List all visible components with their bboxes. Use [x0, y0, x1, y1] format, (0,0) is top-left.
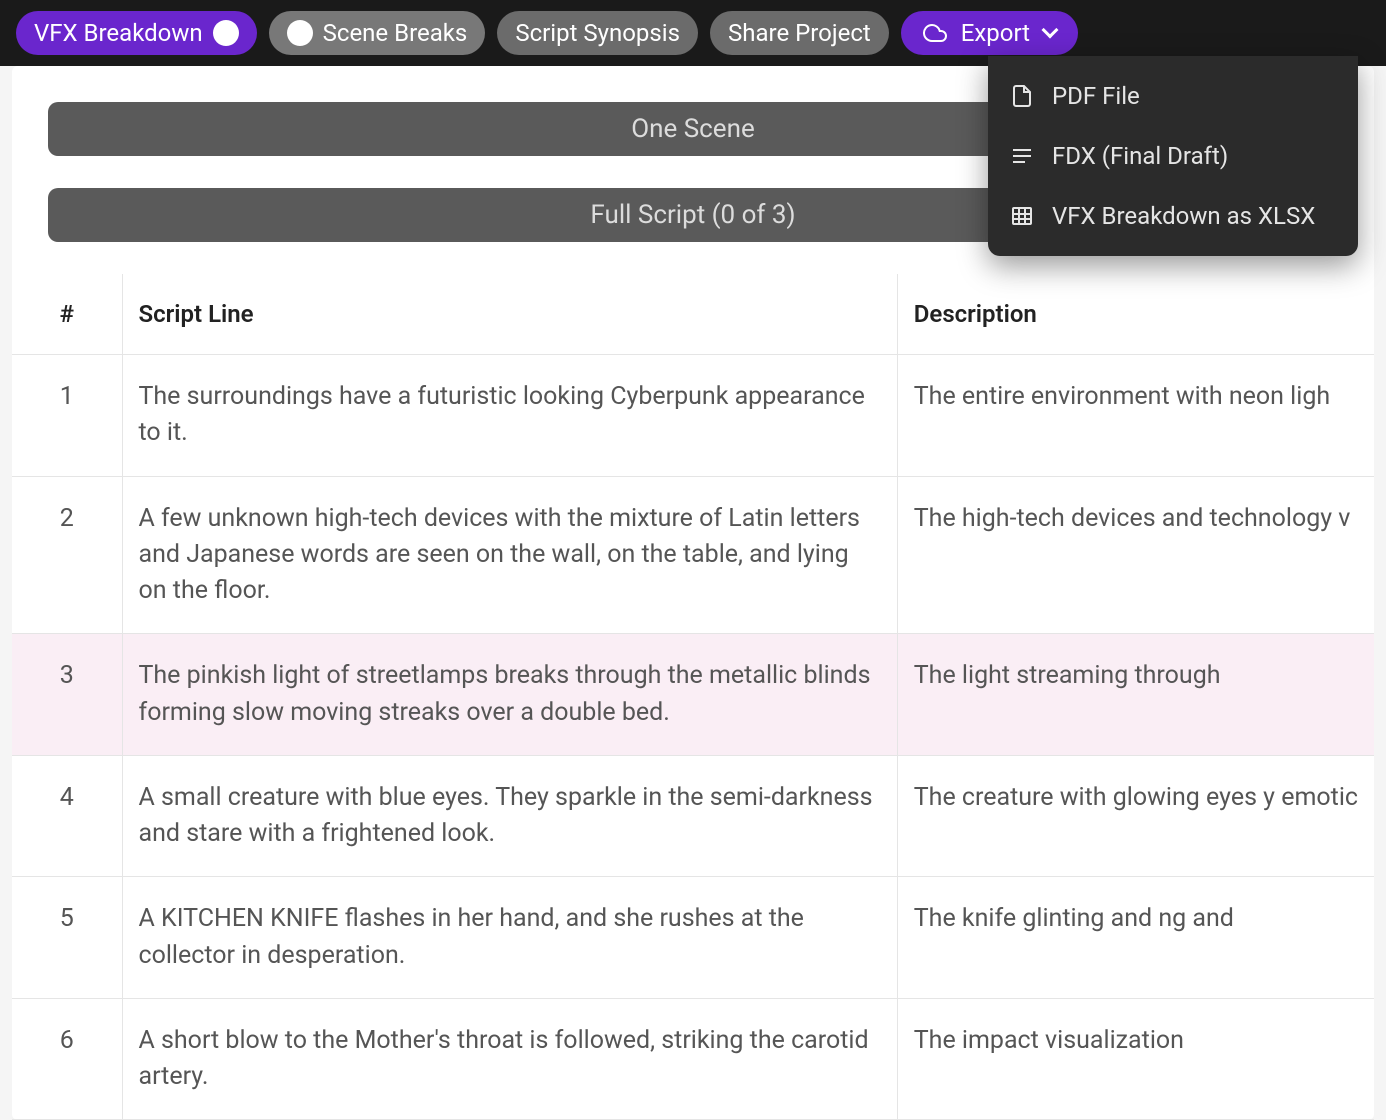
- description-cell: The knife glinting and ng and: [897, 877, 1374, 999]
- toggle-off-icon: [287, 20, 313, 46]
- table-row[interactable]: 6A short blow to the Mother's throat is …: [12, 998, 1374, 1120]
- share-project-button[interactable]: Share Project: [710, 11, 889, 55]
- table-row[interactable]: 2A few unknown high-tech devices with th…: [12, 476, 1374, 634]
- row-number: 6: [12, 998, 122, 1120]
- script-synopsis-label: Script Synopsis: [515, 19, 680, 47]
- row-number: 2: [12, 476, 122, 634]
- table-row[interactable]: 3The pinkish light of streetlamps breaks…: [12, 634, 1374, 756]
- toggle-on-icon: [213, 20, 239, 46]
- script-synopsis-button[interactable]: Script Synopsis: [497, 11, 698, 55]
- script-line-cell: A KITCHEN KNIFE flashes in her hand, and…: [122, 877, 897, 999]
- pdf-file-icon: [1010, 84, 1034, 108]
- header-script-line: Script Line: [122, 274, 897, 355]
- table-row[interactable]: 4A small creature with blue eyes. They s…: [12, 755, 1374, 877]
- grid-icon: [1010, 204, 1034, 228]
- script-line-cell: The surroundings have a futuristic looki…: [122, 355, 897, 477]
- description-cell: The impact visualization: [897, 998, 1374, 1120]
- full-script-label: Full Script (0 of 3): [590, 200, 795, 230]
- export-fdx-label: FDX (Final Draft): [1052, 142, 1228, 170]
- vfx-breakdown-tab[interactable]: VFX Breakdown: [16, 11, 257, 55]
- description-cell: The high-tech devices and technology v: [897, 476, 1374, 634]
- cloud-icon: [923, 21, 947, 45]
- export-pdf-item[interactable]: PDF File: [988, 66, 1358, 126]
- table-row[interactable]: 1The surroundings have a futuristic look…: [12, 355, 1374, 477]
- chevron-down-icon: [1042, 22, 1059, 39]
- row-number: 3: [12, 634, 122, 756]
- export-label: Export: [961, 19, 1030, 47]
- document-lines-icon: [1010, 144, 1034, 168]
- script-line-cell: A few unknown high-tech devices with the…: [122, 476, 897, 634]
- description-cell: The creature with glowing eyes y emotic: [897, 755, 1374, 877]
- script-line-cell: A short blow to the Mother's throat is f…: [122, 998, 897, 1120]
- export-dropdown: PDF File FDX (Final Draft) VFX Breakdown…: [988, 56, 1358, 256]
- row-number: 5: [12, 877, 122, 999]
- table-header-row: # Script Line Description: [12, 274, 1374, 355]
- row-number: 4: [12, 755, 122, 877]
- export-xlsx-label: VFX Breakdown as XLSX: [1052, 202, 1315, 230]
- scene-breaks-label: Scene Breaks: [323, 19, 468, 47]
- header-num: #: [12, 274, 122, 355]
- description-cell: The entire environment with neon ligh: [897, 355, 1374, 477]
- script-line-cell: A small creature with blue eyes. They sp…: [122, 755, 897, 877]
- scene-breaks-tab[interactable]: Scene Breaks: [269, 11, 486, 55]
- header-description: Description: [897, 274, 1374, 355]
- vfx-table: # Script Line Description 1The surroundi…: [12, 274, 1374, 1120]
- export-xlsx-item[interactable]: VFX Breakdown as XLSX: [988, 186, 1358, 246]
- vfx-breakdown-label: VFX Breakdown: [34, 19, 203, 47]
- script-line-cell: The pinkish light of streetlamps breaks …: [122, 634, 897, 756]
- row-number: 1: [12, 355, 122, 477]
- share-project-label: Share Project: [728, 19, 871, 47]
- vfx-table-wrapper: # Script Line Description 1The surroundi…: [12, 274, 1374, 1120]
- export-pdf-label: PDF File: [1052, 82, 1140, 110]
- table-row[interactable]: 5A KITCHEN KNIFE flashes in her hand, an…: [12, 877, 1374, 999]
- export-button[interactable]: Export: [901, 11, 1078, 55]
- one-scene-label: One Scene: [631, 114, 754, 144]
- description-cell: The light streaming through: [897, 634, 1374, 756]
- export-fdx-item[interactable]: FDX (Final Draft): [988, 126, 1358, 186]
